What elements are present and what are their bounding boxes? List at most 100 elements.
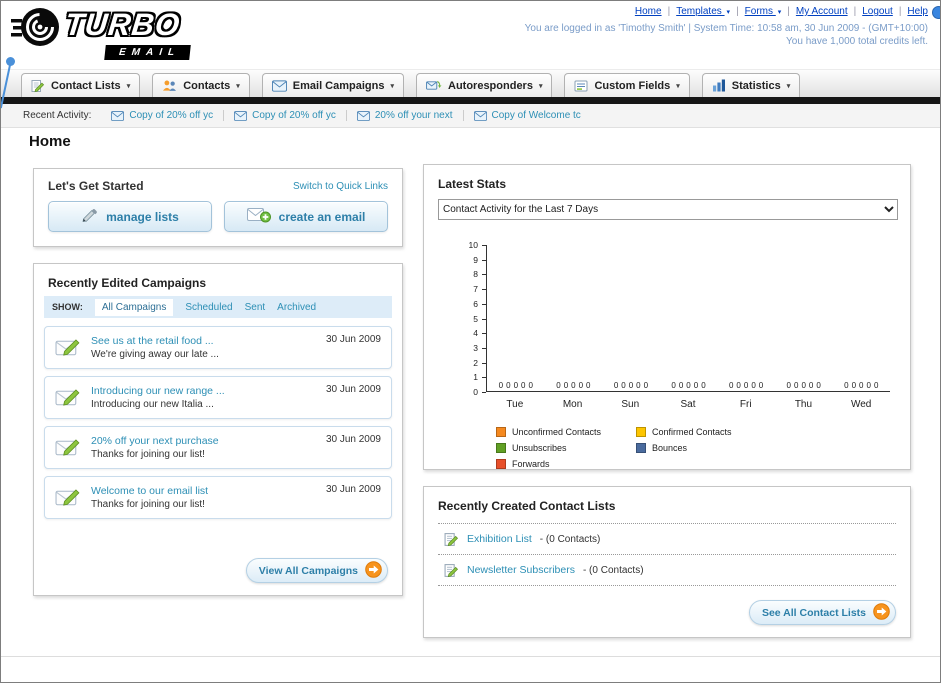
tab-label: Email Campaigns (292, 79, 385, 92)
top-nav-forms[interactable]: Forms ▾ (745, 6, 782, 17)
logo-text-turbo: TURBO (63, 7, 183, 42)
bar-value-label: 0 (578, 381, 584, 390)
x-axis-label: Fri (739, 399, 752, 410)
contact-list-row[interactable]: Exhibition List - (0 Contacts) (438, 524, 896, 555)
chart-x-axis: Tue Mon Sun Sat Fri Thu Wed (486, 399, 890, 410)
bar-value-label: 0 (794, 381, 799, 390)
y-axis-label: 2 (473, 357, 478, 368)
bar-value-label: 0 (528, 381, 533, 390)
x-axis-label: Mon (562, 399, 583, 410)
chevron-down-icon: ▾ (726, 9, 731, 16)
legend-item-forwards: Forwards (496, 459, 636, 469)
contact-list-row[interactable]: Newsletter Subscribers - (0 Contacts) (438, 555, 896, 586)
bar-value-label: 0 (866, 381, 871, 390)
campaign-row[interactable]: Welcome to our email list Thanks for join… (44, 476, 392, 519)
stats-period-select[interactable]: Contact Activity for the Last 7 Days (438, 199, 898, 220)
contact-list-link[interactable]: Newsletter Subscribers (467, 564, 575, 576)
see-all-contact-lists-label: See All Contact Lists (761, 606, 866, 619)
chart-group-mon: 00000 (545, 245, 603, 391)
contact-activity-chart: 0 1 2 3 4 5 6 7 8 9 10 000000000000000000000000000… (438, 240, 898, 420)
footer-divider (1, 656, 940, 657)
chart-group-tue: 00000 (487, 245, 545, 391)
legend-item-unsubscribes: Unsubscribes (496, 443, 636, 453)
campaign-subtitle: Introducing our new Italia ... (91, 398, 214, 410)
recent-activity-item[interactable]: Copy of 20% off yc (224, 110, 347, 121)
bar-value-label: 0 (851, 381, 857, 390)
legend-color-swatch (496, 443, 506, 453)
x-axis-label: Thu (794, 399, 813, 410)
filter-sent[interactable]: Sent (245, 302, 266, 313)
y-axis-label: 10 (468, 240, 478, 250)
custom-fields-icon (574, 79, 588, 93)
bar-value-label: 0 (571, 381, 576, 390)
tab-autoresponders[interactable]: Autoresponders ▾ (416, 73, 553, 97)
bar-value-label: 0 (728, 381, 734, 390)
contact-list-link[interactable]: Exhibition List (467, 533, 532, 545)
tab-contact-lists[interactable]: Contact Lists ▾ (21, 73, 141, 97)
campaigns-title: Recently Edited Campaigns (48, 276, 207, 290)
recent-activity-item[interactable]: 20% off your next (347, 110, 464, 121)
filter-archived[interactable]: Archived (277, 302, 316, 313)
chart-group-sun: 00000 (602, 245, 660, 391)
campaign-title-link[interactable]: Introducing our new range ... (91, 384, 225, 398)
legend-label: Bounces (652, 443, 688, 453)
recent-activity-item[interactable]: Copy of Welcome tc (464, 110, 591, 121)
top-nav-templates[interactable]: Templates ▾ (676, 6, 730, 17)
filter-all-campaigns[interactable]: All Campaigns (94, 298, 174, 316)
switch-quick-links-link[interactable]: Switch to Quick Links (293, 181, 388, 192)
turbo-email-logo: TURBO EMAIL (11, 5, 261, 63)
recent-activity-items: Copy of 20% off yc Copy of 20% off yc 20% … (101, 110, 590, 121)
bar-value-label: 0 (786, 381, 791, 390)
tab-custom-fields[interactable]: Custom Fields ▾ (564, 73, 690, 97)
bar-value-label: 0 (521, 381, 526, 390)
top-nav-my-account[interactable]: My Account (796, 6, 848, 17)
top-nav-home[interactable]: Home (635, 6, 662, 17)
campaign-envelope-pencil-icon (55, 437, 82, 458)
legend-item-confirmed-contacts: Confirmed Contacts (636, 427, 776, 437)
separator: | (736, 6, 739, 17)
create-email-button[interactable]: create an email (224, 201, 388, 232)
filter-scheduled[interactable]: Scheduled (185, 302, 232, 313)
campaign-title-link[interactable]: See us at the retail food ... (91, 334, 219, 348)
bar-value-labels: 00000 (717, 381, 775, 390)
chevron-down-icon: ▾ (236, 82, 240, 90)
campaign-list: See us at the retail food ... We're givin… (34, 318, 402, 519)
x-axis-label: Tue (506, 399, 524, 410)
bar-value-label: 0 (678, 381, 684, 390)
campaign-row[interactable]: 20% off your next purchase Thanks for joi… (44, 426, 392, 469)
tab-email-campaigns[interactable]: Email Campaigns ▾ (261, 73, 404, 97)
recent-activity-bar: Recent Activity: Copy of 20% off yc Copy … (1, 104, 940, 128)
campaign-row[interactable]: Introducing our new range ... Introducing… (44, 376, 392, 419)
bar-value-label: 0 (556, 381, 561, 390)
bar-value-label: 0 (498, 381, 504, 390)
campaigns-panel: Recently Edited Campaigns SHOW: All Camp… (33, 263, 403, 596)
recent-activity-item-label: Copy of Welcome tc (491, 110, 581, 121)
bar-value-labels: 00000 (832, 381, 890, 390)
manage-lists-button[interactable]: manage lists (48, 201, 212, 232)
tab-label: Contact Lists (51, 79, 121, 92)
tab-contacts[interactable]: Contacts ▾ (152, 73, 250, 97)
view-all-campaigns-button[interactable]: View All Campaigns (245, 558, 388, 583)
x-axis-label: Sat (680, 399, 696, 410)
see-all-contact-lists-button[interactable]: See All Contact Lists (748, 600, 896, 625)
bar-value-label: 0 (801, 381, 806, 390)
top-nav: Home | Templates ▾ | Forms ▾ | My Account | Logo… (635, 6, 928, 17)
chevron-down-icon: ▾ (126, 82, 131, 90)
campaign-title-link[interactable]: Welcome to our email list (91, 484, 208, 498)
recent-activity-item[interactable]: Copy of 20% off yc (101, 110, 225, 121)
bar-value-labels: 00000 (775, 381, 833, 390)
tab-label: Autoresponders (448, 79, 533, 92)
top-nav-help[interactable]: Help (907, 6, 928, 17)
logo-text-email: EMAIL (104, 45, 191, 60)
top-nav-logout[interactable]: Logout (862, 6, 893, 17)
pencil-icon (81, 208, 98, 226)
bar-value-label: 0 (816, 381, 821, 390)
campaign-subtitle: Thanks for joining our list! (91, 498, 205, 510)
campaign-text: See us at the retail food ... We're givin… (91, 334, 219, 362)
campaign-row[interactable]: See us at the retail food ... We're givin… (44, 326, 392, 369)
tab-statistics[interactable]: Statistics ▾ (701, 73, 801, 97)
help-badge-icon[interactable] (932, 6, 940, 19)
campaign-title-link[interactable]: 20% off your next purchase (91, 434, 219, 448)
credits-info: You have 1,000 total credits left. (786, 36, 928, 47)
campaign-envelope-pencil-icon (55, 337, 82, 358)
